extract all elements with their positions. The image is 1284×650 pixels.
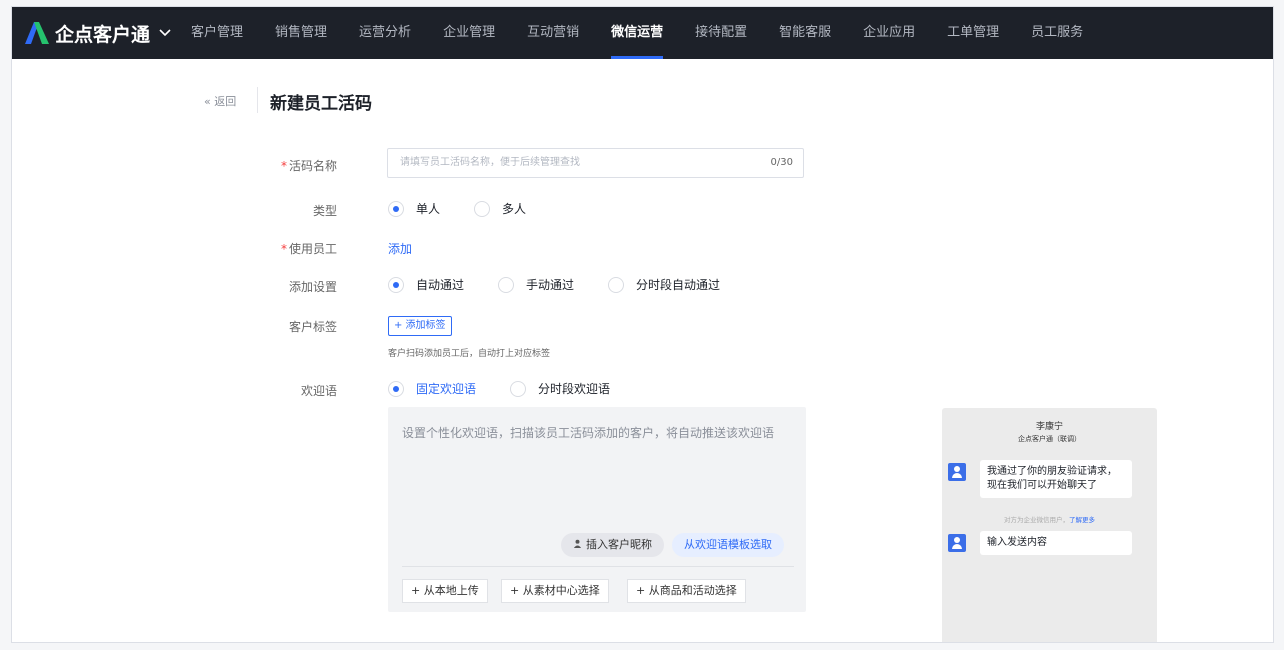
radio-manual-accept[interactable]: 手动通过 (498, 276, 574, 293)
name-counter: 0/30 (770, 157, 793, 168)
material-center-button[interactable]: + 从素材中心选择 (501, 579, 609, 603)
user-icon (573, 533, 582, 557)
chat-preview: 李康宁 企点客户通（联调） 我通过了你的朋友验证请求，现在我们可以开始聊天了 对… (942, 408, 1157, 642)
type-radio-group: 单人 多人 (388, 200, 526, 217)
radio-checked-icon (388, 380, 404, 397)
tags-hint: 客户扫码添加员工后，自动打上对应标签 (388, 349, 551, 359)
radio-scheduled-accept[interactable]: 分时段自动通过 (608, 276, 720, 293)
nav-item-sales[interactable]: 销售管理 (275, 7, 327, 59)
main-nav: 客户管理 销售管理 运营分析 企业管理 互动营销 微信运营 接待配置 智能客服 … (191, 7, 1115, 59)
insert-nickname-button[interactable]: 插入客户昵称 (561, 533, 664, 557)
add-tag-button[interactable]: + 添加标签 (388, 316, 452, 336)
radio-unchecked-icon (510, 380, 527, 397)
preview-input-message: 输入发送内容 (980, 531, 1132, 555)
nav-item-marketing[interactable]: 互动营销 (527, 7, 579, 59)
radio-auto-accept[interactable]: 自动通过 (388, 276, 464, 293)
radio-multi[interactable]: 多人 (474, 200, 526, 217)
nav-item-staff[interactable]: 员工服务 (1031, 7, 1083, 59)
app-window: 企点客户通 客户管理 销售管理 运营分析 企业管理 互动营销 微信运营 接待配置… (11, 6, 1274, 643)
avatar (948, 534, 966, 552)
radio-unchecked-icon (608, 276, 625, 293)
nav-item-wechat[interactable]: 微信运营 (611, 7, 664, 59)
template-select-button[interactable]: 从欢迎语模板选取 (672, 533, 784, 557)
nav-item-enterprise[interactable]: 企业管理 (443, 7, 495, 59)
add-setting-label: 添加设置 (288, 280, 337, 294)
radio-checked-icon (388, 200, 404, 217)
nav-item-apps[interactable]: 企业应用 (863, 7, 915, 59)
page-title: 新建员工活码 (270, 94, 372, 114)
nav-item-ai-service[interactable]: 智能客服 (779, 7, 831, 59)
brand-name: 企点客户通 (55, 23, 151, 46)
preview-note: 对方为企业微信用户，了解更多 (1004, 516, 1095, 524)
welcome-radio-group: 固定欢迎语 分时段欢迎语 (388, 380, 610, 397)
top-nav: 企点客户通 客户管理 销售管理 运营分析 企业管理 互动营销 微信运营 接待配置… (12, 7, 1273, 59)
goods-activity-button[interactable]: + 从商品和活动选择 (627, 579, 746, 603)
add-setting-radio-group: 自动通过 手动通过 分时段自动通过 (388, 276, 720, 293)
logo-icon (25, 22, 49, 44)
learn-more-link[interactable]: 了解更多 (1069, 516, 1095, 524)
welcome-placeholder: 设置个性化欢迎语，扫描该员工活码添加的客户，将自动推送该欢迎语 (402, 426, 775, 440)
welcome-editor[interactable]: 设置个性化欢迎语，扫描该员工活码添加的客户，将自动推送该欢迎语 插入客户昵称 从… (388, 407, 806, 612)
radio-scheduled-welcome[interactable]: 分时段欢迎语 (510, 380, 610, 397)
add-staff-link[interactable]: 添加 (388, 240, 412, 257)
nav-item-customer[interactable]: 客户管理 (191, 7, 243, 59)
name-input-placeholder: 请填写员工活码名称，便于后续管理查找 (400, 157, 580, 168)
preview-contact-sub: 企点客户通（联调） (1018, 435, 1081, 443)
divider (402, 566, 794, 567)
divider (257, 87, 258, 113)
nav-item-analytics[interactable]: 运营分析 (359, 7, 411, 59)
upload-local-button[interactable]: + 从本地上传 (402, 579, 488, 603)
welcome-label: 欢迎语 (300, 384, 337, 398)
radio-unchecked-icon (498, 276, 515, 293)
chevron-down-icon[interactable] (159, 26, 171, 40)
name-label: * 活码名称 (280, 159, 337, 173)
radio-single[interactable]: 单人 (388, 200, 440, 217)
staff-label: * 使用员工 (280, 242, 337, 256)
name-input[interactable]: 请填写员工活码名称，便于后续管理查找 0/30 (387, 148, 804, 178)
brand[interactable]: 企点客户通 (25, 7, 191, 59)
type-label: 类型 (312, 204, 337, 218)
preview-message: 我通过了你的朋友验证请求，现在我们可以开始聊天了 (980, 460, 1132, 498)
avatar (948, 463, 966, 481)
nav-item-tickets[interactable]: 工单管理 (947, 7, 999, 59)
preview-contact-name: 李康宁 (1035, 422, 1063, 432)
radio-unchecked-icon (474, 200, 491, 217)
back-link[interactable]: « 返回 (204, 93, 236, 109)
tags-label: 客户标签 (288, 320, 337, 334)
nav-item-reception[interactable]: 接待配置 (695, 7, 747, 59)
radio-fixed-welcome[interactable]: 固定欢迎语 (388, 380, 476, 397)
radio-checked-icon (388, 276, 404, 293)
